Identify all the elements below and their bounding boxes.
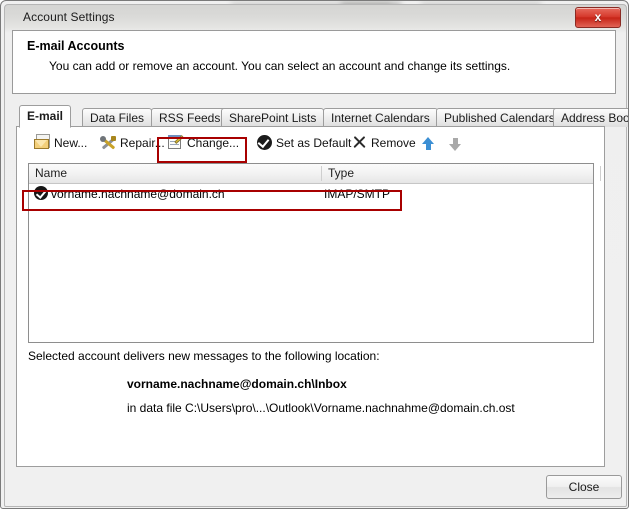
repair-icon: [100, 134, 117, 151]
account-type-cell: IMAP/SMTP: [324, 187, 391, 201]
set-as-default-button[interactable]: Set as Default: [256, 132, 351, 154]
tab-published-calendars[interactable]: Published Calendars: [436, 108, 563, 127]
header-panel: E-mail Accounts You can add or remove an…: [12, 30, 616, 94]
check-circle-icon: [34, 186, 48, 200]
tab-internet-calendars[interactable]: Internet Calendars: [323, 108, 438, 127]
new-account-icon: [34, 134, 51, 151]
tab-sharepoint-lists[interactable]: SharePoint Lists: [221, 108, 325, 127]
list-header-row: Name Type: [29, 164, 601, 184]
account-settings-dialog: Account Settings x E-mail Accounts You c…: [0, 0, 629, 509]
tab-address-books[interactable]: Address Books: [553, 108, 628, 127]
tab-data-files[interactable]: Data Files: [82, 108, 153, 127]
change-button[interactable]: Change...: [167, 132, 239, 154]
arrow-down-icon[interactable]: [449, 137, 461, 151]
tab-rss-feeds[interactable]: RSS Feeds: [151, 108, 229, 127]
email-tab-panel: New... Repair... Change... Set as Defaul…: [16, 126, 605, 467]
check-circle-icon: [256, 134, 273, 151]
delivery-info-label: Selected account delivers new messages t…: [28, 349, 380, 363]
new-button-label: New...: [54, 136, 88, 150]
column-header-name[interactable]: Name: [29, 164, 321, 183]
new-button[interactable]: New...: [34, 132, 87, 154]
arrow-up-icon[interactable]: [422, 137, 434, 151]
close-button[interactable]: Close: [546, 475, 622, 499]
accounts-list[interactable]: Name Type vorname.nachname@domain.ch IMA…: [28, 163, 601, 343]
set-as-default-label: Set as Default: [276, 136, 352, 150]
window-title: Account Settings: [23, 10, 115, 24]
repair-button[interactable]: Repair...: [100, 132, 165, 154]
page-title: E-mail Accounts: [27, 39, 125, 53]
account-name-cell: vorname.nachname@domain.ch: [51, 187, 225, 201]
change-icon: [167, 134, 184, 151]
change-button-label: Change...: [187, 136, 240, 150]
data-file-path: in data file C:\Users\pro\...\Outlook\Vo…: [127, 401, 515, 415]
column-header-type[interactable]: Type: [322, 164, 600, 183]
remove-button-label: Remove: [371, 136, 416, 150]
repair-button-label: Repair...: [120, 136, 165, 150]
window-close-button[interactable]: x: [575, 7, 621, 28]
remove-button[interactable]: Remove: [351, 132, 416, 154]
tab-email[interactable]: E-mail: [19, 105, 72, 128]
tab-strip: E-mail Data Files RSS Feeds SharePoint L…: [16, 105, 628, 128]
page-subtitle: You can add or remove an account. You ca…: [49, 59, 511, 73]
column-separator-2[interactable]: [600, 166, 601, 181]
delivery-location-value: vorname.nachname@domain.ch\Inbox: [127, 377, 347, 391]
window-close-icon: x: [594, 10, 602, 24]
table-row[interactable]: vorname.nachname@domain.ch IMAP/SMTP: [34, 185, 590, 203]
close-x-icon: [351, 134, 368, 151]
accounts-toolbar: New... Repair... Change... Set as Defaul…: [17, 127, 604, 161]
dialog-frame: Account Settings x E-mail Accounts You c…: [4, 4, 628, 507]
title-bar: Account Settings x: [5, 5, 626, 31]
